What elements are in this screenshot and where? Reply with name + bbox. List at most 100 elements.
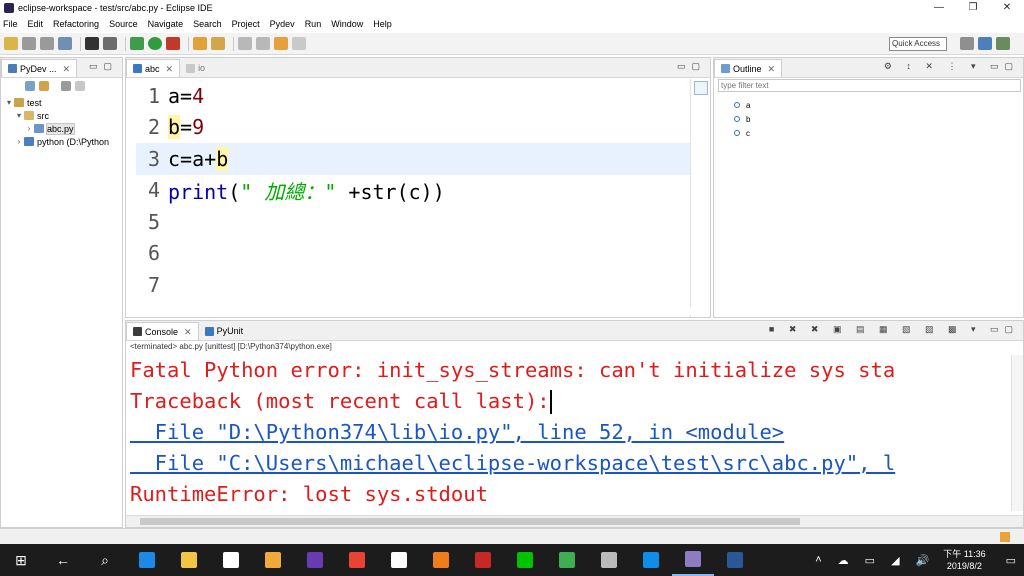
back-nav-icon[interactable]	[274, 37, 288, 50]
chrome-icon[interactable]	[336, 544, 378, 576]
mail-icon[interactable]	[378, 544, 420, 576]
back-icon[interactable]: ←	[42, 544, 84, 576]
tab-pyunit[interactable]: PyUnit	[199, 322, 250, 340]
volume-icon[interactable]: 🔊	[916, 554, 930, 567]
menu-pydev[interactable]: Pydev	[270, 19, 295, 29]
kite-icon[interactable]	[546, 544, 588, 576]
tree-item[interactable]: ▾ src	[1, 109, 122, 122]
code-line[interactable]: 2 b=9	[136, 112, 690, 144]
debug-perspective-icon[interactable]	[996, 37, 1010, 50]
console-line[interactable]: File "C:\Users\michael\eclipse-workspace…	[130, 448, 1010, 479]
tab-pydev-explorer[interactable]: PyDev ... ✕	[1, 59, 78, 77]
eclipse-icon[interactable]	[672, 544, 714, 576]
save-all-icon[interactable]	[40, 37, 54, 50]
brush-icon[interactable]	[211, 37, 225, 50]
filezilla-icon[interactable]	[462, 544, 504, 576]
close-icon[interactable]: ✕	[166, 61, 174, 77]
open-perspective-icon[interactable]	[960, 37, 974, 50]
console-vertical-scrollbar[interactable]	[1011, 355, 1023, 511]
filter-icon[interactable]	[61, 81, 71, 91]
settings-icon[interactable]	[103, 37, 117, 50]
notification-icon[interactable]	[1000, 532, 1010, 542]
onedrive-icon[interactable]: ☁	[838, 554, 849, 567]
outline-toolbar-icons[interactable]: ⚙ ↕ ✕ ⋮ ▾ ▭▢	[884, 61, 1019, 72]
scrollbar-thumb[interactable]	[140, 518, 800, 525]
close-button[interactable]: ✕	[990, 0, 1024, 16]
console-line[interactable]: File "D:\Python374\lib\io.py", line 52, …	[130, 417, 1010, 448]
expand-down-icon[interactable]: ▾	[5, 98, 13, 107]
view-minmax-icons[interactable]: ▭▢	[89, 61, 118, 72]
menu-source[interactable]: Source	[109, 19, 138, 29]
console-file-link[interactable]: File "D:\Python374\lib\io.py", line 52, …	[130, 420, 784, 444]
close-icon[interactable]: ✕	[768, 61, 776, 77]
wifi-icon[interactable]: ◢	[891, 554, 899, 567]
expand-down-icon[interactable]: ▾	[15, 111, 23, 120]
menu-run[interactable]: Run	[305, 19, 322, 29]
run-icon[interactable]	[148, 37, 162, 50]
code-line[interactable]: 3 c=a+b	[136, 143, 690, 175]
outline-item[interactable]: b	[734, 112, 750, 126]
code-line[interactable]: 1 a=4	[136, 80, 690, 112]
close-icon[interactable]: ✕	[63, 61, 71, 77]
code-line[interactable]: 7	[136, 269, 690, 301]
print-icon[interactable]	[58, 37, 72, 50]
menu-search[interactable]: Search	[193, 19, 222, 29]
menu-navigate[interactable]: Navigate	[148, 19, 184, 29]
edge-icon[interactable]	[126, 544, 168, 576]
battery-icon[interactable]: ▭	[865, 554, 875, 567]
save-icon[interactable]	[22, 37, 36, 50]
console-output[interactable]: Fatal Python error: init_sys_streams: ca…	[130, 355, 1010, 511]
maximize-button[interactable]: ❐	[956, 0, 990, 16]
menu-file[interactable]: File	[3, 19, 18, 29]
debug-user-icon[interactable]	[85, 37, 99, 50]
run-config-icon[interactable]	[166, 37, 180, 50]
visual-studio-icon[interactable]	[294, 544, 336, 576]
collapse-all-icon[interactable]	[25, 81, 35, 91]
code-area[interactable]: 1 a=4 2 b=9 3 c=a+b 4 print(" 加總：" +str(c)) 5 6 7	[136, 80, 690, 303]
scratch-icon[interactable]	[252, 544, 294, 576]
code-line[interactable]: 4 print(" 加總：" +str(c))	[136, 175, 690, 207]
tray-expand-icon[interactable]: ˄	[815, 554, 821, 566]
calculator-icon[interactable]	[588, 544, 630, 576]
tab-console[interactable]: Console ✕	[126, 322, 199, 340]
tab-outline[interactable]: Outline ✕	[714, 59, 783, 77]
line-icon[interactable]	[504, 544, 546, 576]
next-annotation-icon[interactable]	[238, 37, 252, 50]
action-center-icon[interactable]: ▭	[1006, 554, 1016, 567]
file-explorer-icon[interactable]	[168, 544, 210, 576]
quick-access-input[interactable]: Quick Access	[889, 37, 947, 51]
menu-project[interactable]: Project	[232, 19, 260, 29]
prev-annotation-icon[interactable]	[256, 37, 270, 50]
view-menu-icon[interactable]	[75, 81, 85, 91]
expand-right-icon[interactable]: ›	[25, 124, 33, 133]
start-icon[interactable]: ⊞	[0, 544, 42, 576]
open-folder-icon[interactable]	[193, 37, 207, 50]
minimize-button[interactable]: —	[922, 0, 956, 16]
code-line[interactable]: 5	[136, 206, 690, 238]
tab-editor-io[interactable]: io	[180, 59, 211, 77]
console-horizontal-scrollbar[interactable]	[126, 515, 1023, 527]
clock[interactable]: 下午 11:36 2019/8/2	[943, 548, 985, 572]
console-file-link[interactable]: File "C:\Users\michael\eclipse-workspace…	[130, 451, 896, 475]
menu-window[interactable]: Window	[331, 19, 363, 29]
pydev-perspective-icon[interactable]	[978, 37, 992, 50]
menu-help[interactable]: Help	[373, 19, 392, 29]
new-icon[interactable]	[4, 37, 18, 50]
overview-marker[interactable]	[694, 81, 708, 95]
code-line[interactable]: 6	[136, 238, 690, 270]
word-icon[interactable]	[714, 544, 756, 576]
tab-editor-abc[interactable]: abc ✕	[126, 59, 181, 77]
tree-item[interactable]: ▾ test	[1, 96, 122, 109]
store-icon[interactable]	[210, 544, 252, 576]
link-editor-icon[interactable]	[39, 81, 49, 91]
search-icon[interactable]: ⌕	[84, 544, 126, 576]
tree-item[interactable]: › python (D:\Python	[1, 135, 122, 148]
debug-icon[interactable]	[130, 37, 144, 50]
menu-edit[interactable]: Edit	[28, 19, 44, 29]
outline-item[interactable]: a	[734, 98, 750, 112]
forward-nav-icon[interactable]	[292, 37, 306, 50]
editor-horizontal-scrollbar[interactable]	[136, 307, 691, 315]
outline-filter-input[interactable]	[718, 79, 1021, 92]
overview-ruler[interactable]	[690, 79, 710, 317]
close-icon[interactable]: ✕	[184, 324, 192, 340]
